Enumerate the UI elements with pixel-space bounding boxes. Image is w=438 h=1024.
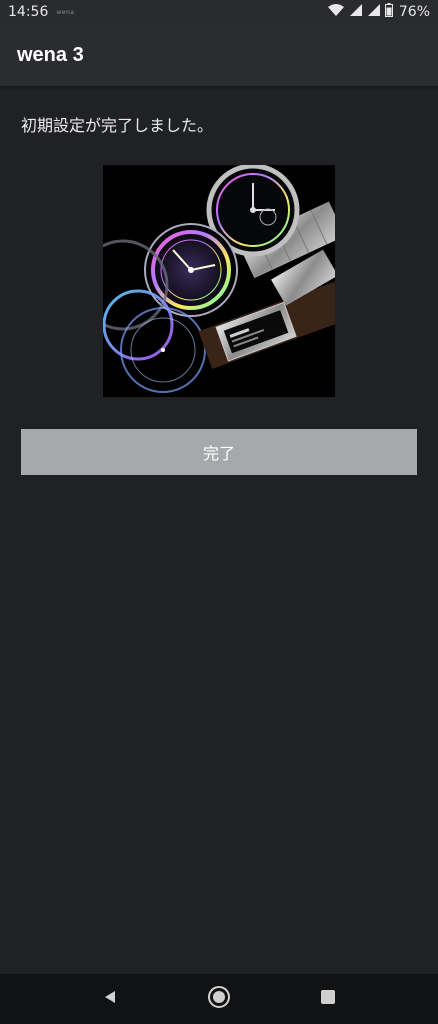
battery-icon [384,3,393,21]
signal-icon [367,3,381,21]
battery-percent: 76% [398,4,430,20]
back-button[interactable] [90,979,130,1019]
setup-complete-message: 初期設定が完了しました。 [21,116,214,135]
home-icon [207,985,231,1013]
status-bar: 14:56 wena 76% [0,0,438,24]
app-title: wena 3 [17,43,84,66]
recents-icon [320,989,336,1009]
status-carrier: wena [56,8,75,16]
status-icons: 76% [327,3,430,21]
navigation-bar [0,974,438,1024]
app-bar-shadow [0,86,438,92]
status-time: 14:56 [8,4,49,20]
wifi-icon [327,3,345,21]
app-bar: wena 3 [0,24,438,86]
screen: 14:56 wena 76% wena 3 初期設定が完了しました。 完了 [0,0,438,1024]
watch-collage-image [103,165,335,397]
done-button[interactable]: 完了 [21,429,417,475]
back-icon [102,989,118,1009]
recents-button[interactable] [308,979,348,1019]
signal-icon [349,3,363,21]
home-button[interactable] [199,979,239,1019]
